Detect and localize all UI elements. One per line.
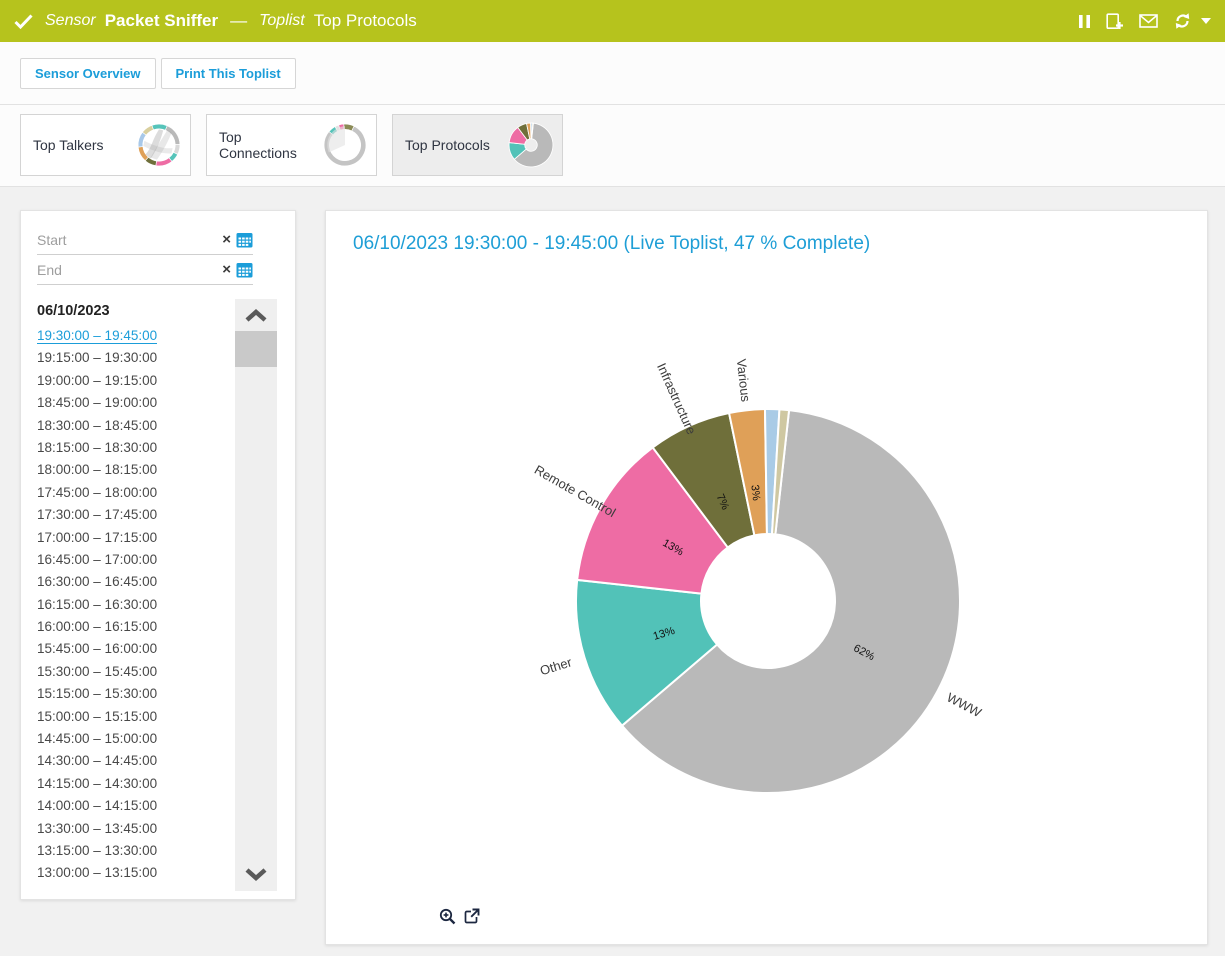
header-bar: Sensor Packet Sniffer — Toplist Top Prot… xyxy=(0,0,1225,42)
tab-top-protocols[interactable]: Top Protocols xyxy=(392,114,563,176)
email-icon[interactable] xyxy=(1139,14,1158,28)
page-title: Top Protocols xyxy=(314,11,417,31)
refresh-icon[interactable] xyxy=(1173,12,1192,30)
svg-text:Other: Other xyxy=(538,654,574,678)
end-date-input[interactable] xyxy=(37,262,217,278)
scroll-down-icon[interactable] xyxy=(235,861,277,887)
calendar-icon[interactable] xyxy=(236,232,253,248)
calendar-icon[interactable] xyxy=(236,262,253,278)
scroll-up-icon[interactable] xyxy=(235,303,277,329)
tab-label: Top Talkers xyxy=(33,137,104,153)
external-link-icon[interactable] xyxy=(463,908,480,930)
sensor-overview-button[interactable]: Sensor Overview xyxy=(20,58,156,89)
divider xyxy=(0,186,1225,187)
interval-sidebar: × × 06/10/2023 xyxy=(20,210,296,900)
start-date-row: × xyxy=(37,225,253,255)
protocol-donut-chart[interactable]: 62%WWW13%Other13%Remote Control7%Infrast… xyxy=(518,351,1018,851)
start-date-input[interactable] xyxy=(37,232,217,248)
sensor-name: Packet Sniffer xyxy=(105,11,218,31)
interval-scrollbar[interactable] xyxy=(235,299,277,891)
title-separator: — xyxy=(230,11,247,31)
chart-title: 06/10/2023 19:30:00 - 19:45:00 (Live Top… xyxy=(353,233,870,255)
clear-end-icon[interactable]: × xyxy=(217,261,236,278)
end-date-row: × xyxy=(37,255,253,285)
svg-text:3%: 3% xyxy=(748,484,762,501)
add-report-icon[interactable] xyxy=(1106,13,1124,30)
tab-top-talkers[interactable]: Top Talkers xyxy=(20,114,191,176)
zoom-in-icon[interactable] xyxy=(439,908,456,930)
chord-diagram-icon xyxy=(322,122,368,168)
svg-text:WWW: WWW xyxy=(944,690,984,721)
tab-label: Top Protocols xyxy=(405,137,490,153)
donut-chart-icon xyxy=(508,122,554,168)
clear-start-icon[interactable]: × xyxy=(217,231,236,248)
tab-label: Top Connections xyxy=(219,129,322,161)
object-kind-label: Sensor xyxy=(45,12,96,30)
status-check-icon xyxy=(14,14,33,29)
scrollbar-thumb[interactable] xyxy=(235,331,277,367)
svg-text:Various: Various xyxy=(734,358,754,403)
tab-top-connections[interactable]: Top Connections xyxy=(206,114,377,176)
section-label: Toplist xyxy=(259,12,305,30)
chevron-down-icon[interactable] xyxy=(1201,18,1211,24)
svg-text:Infrastructure: Infrastructure xyxy=(654,361,699,437)
toplist-chart-panel: 06/10/2023 19:30:00 - 19:45:00 (Live Top… xyxy=(325,210,1208,945)
print-toplist-button[interactable]: Print This Toplist xyxy=(161,58,296,89)
top-section: Sensor Overview Print This Toplist Top T… xyxy=(0,42,1225,187)
pause-icon[interactable] xyxy=(1078,14,1091,29)
chord-diagram-icon xyxy=(136,122,182,168)
svg-text:Remote Control: Remote Control xyxy=(532,462,619,520)
